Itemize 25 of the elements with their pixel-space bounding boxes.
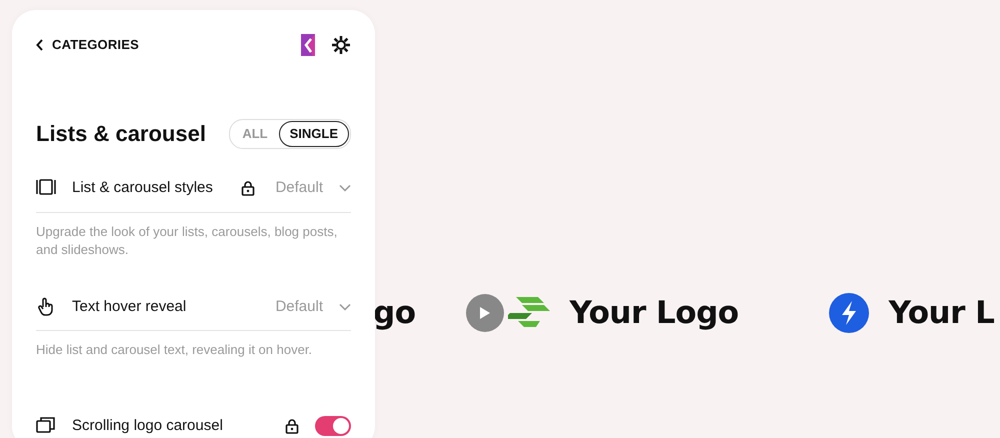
chevron-down-icon [339,184,351,192]
bolt-logo-icon [828,293,869,334]
setting-description: Upgrade the look of your lists, carousels, blog posts, and slideshows. [36,222,338,259]
logo-text: Your Logo [570,294,739,333]
brand-logo-icon [301,34,315,56]
filter-tab[interactable]: ALL [231,121,279,147]
chevron-left-icon [36,38,44,51]
logo-text: Your L [888,294,994,333]
back-link[interactable]: CATEGORIES [36,34,139,54]
section-title: Lists & carousel [36,120,206,148]
toggle-switch[interactable] [315,416,351,436]
setting-label: Text hover reveal [72,296,188,317]
setting-dropdown[interactable]: Default [275,296,351,318]
setting-dropdown[interactable]: Default [275,176,351,200]
settings-button[interactable] [331,34,351,55]
setting-description: Hide list and carousel text, revealing it on hover. [36,341,314,360]
setting-label: Scrolling logo carousel [72,416,224,436]
filter-tab[interactable]: SINGLE [278,121,349,147]
setting-label: List & carousel styles [72,178,214,198]
stacked-windows-icon [36,416,56,436]
settings-icon [331,34,351,55]
pointing-hand-icon [36,296,56,317]
chevron-down-icon [339,302,351,311]
play-icon [478,306,490,320]
play-button[interactable] [466,294,504,332]
